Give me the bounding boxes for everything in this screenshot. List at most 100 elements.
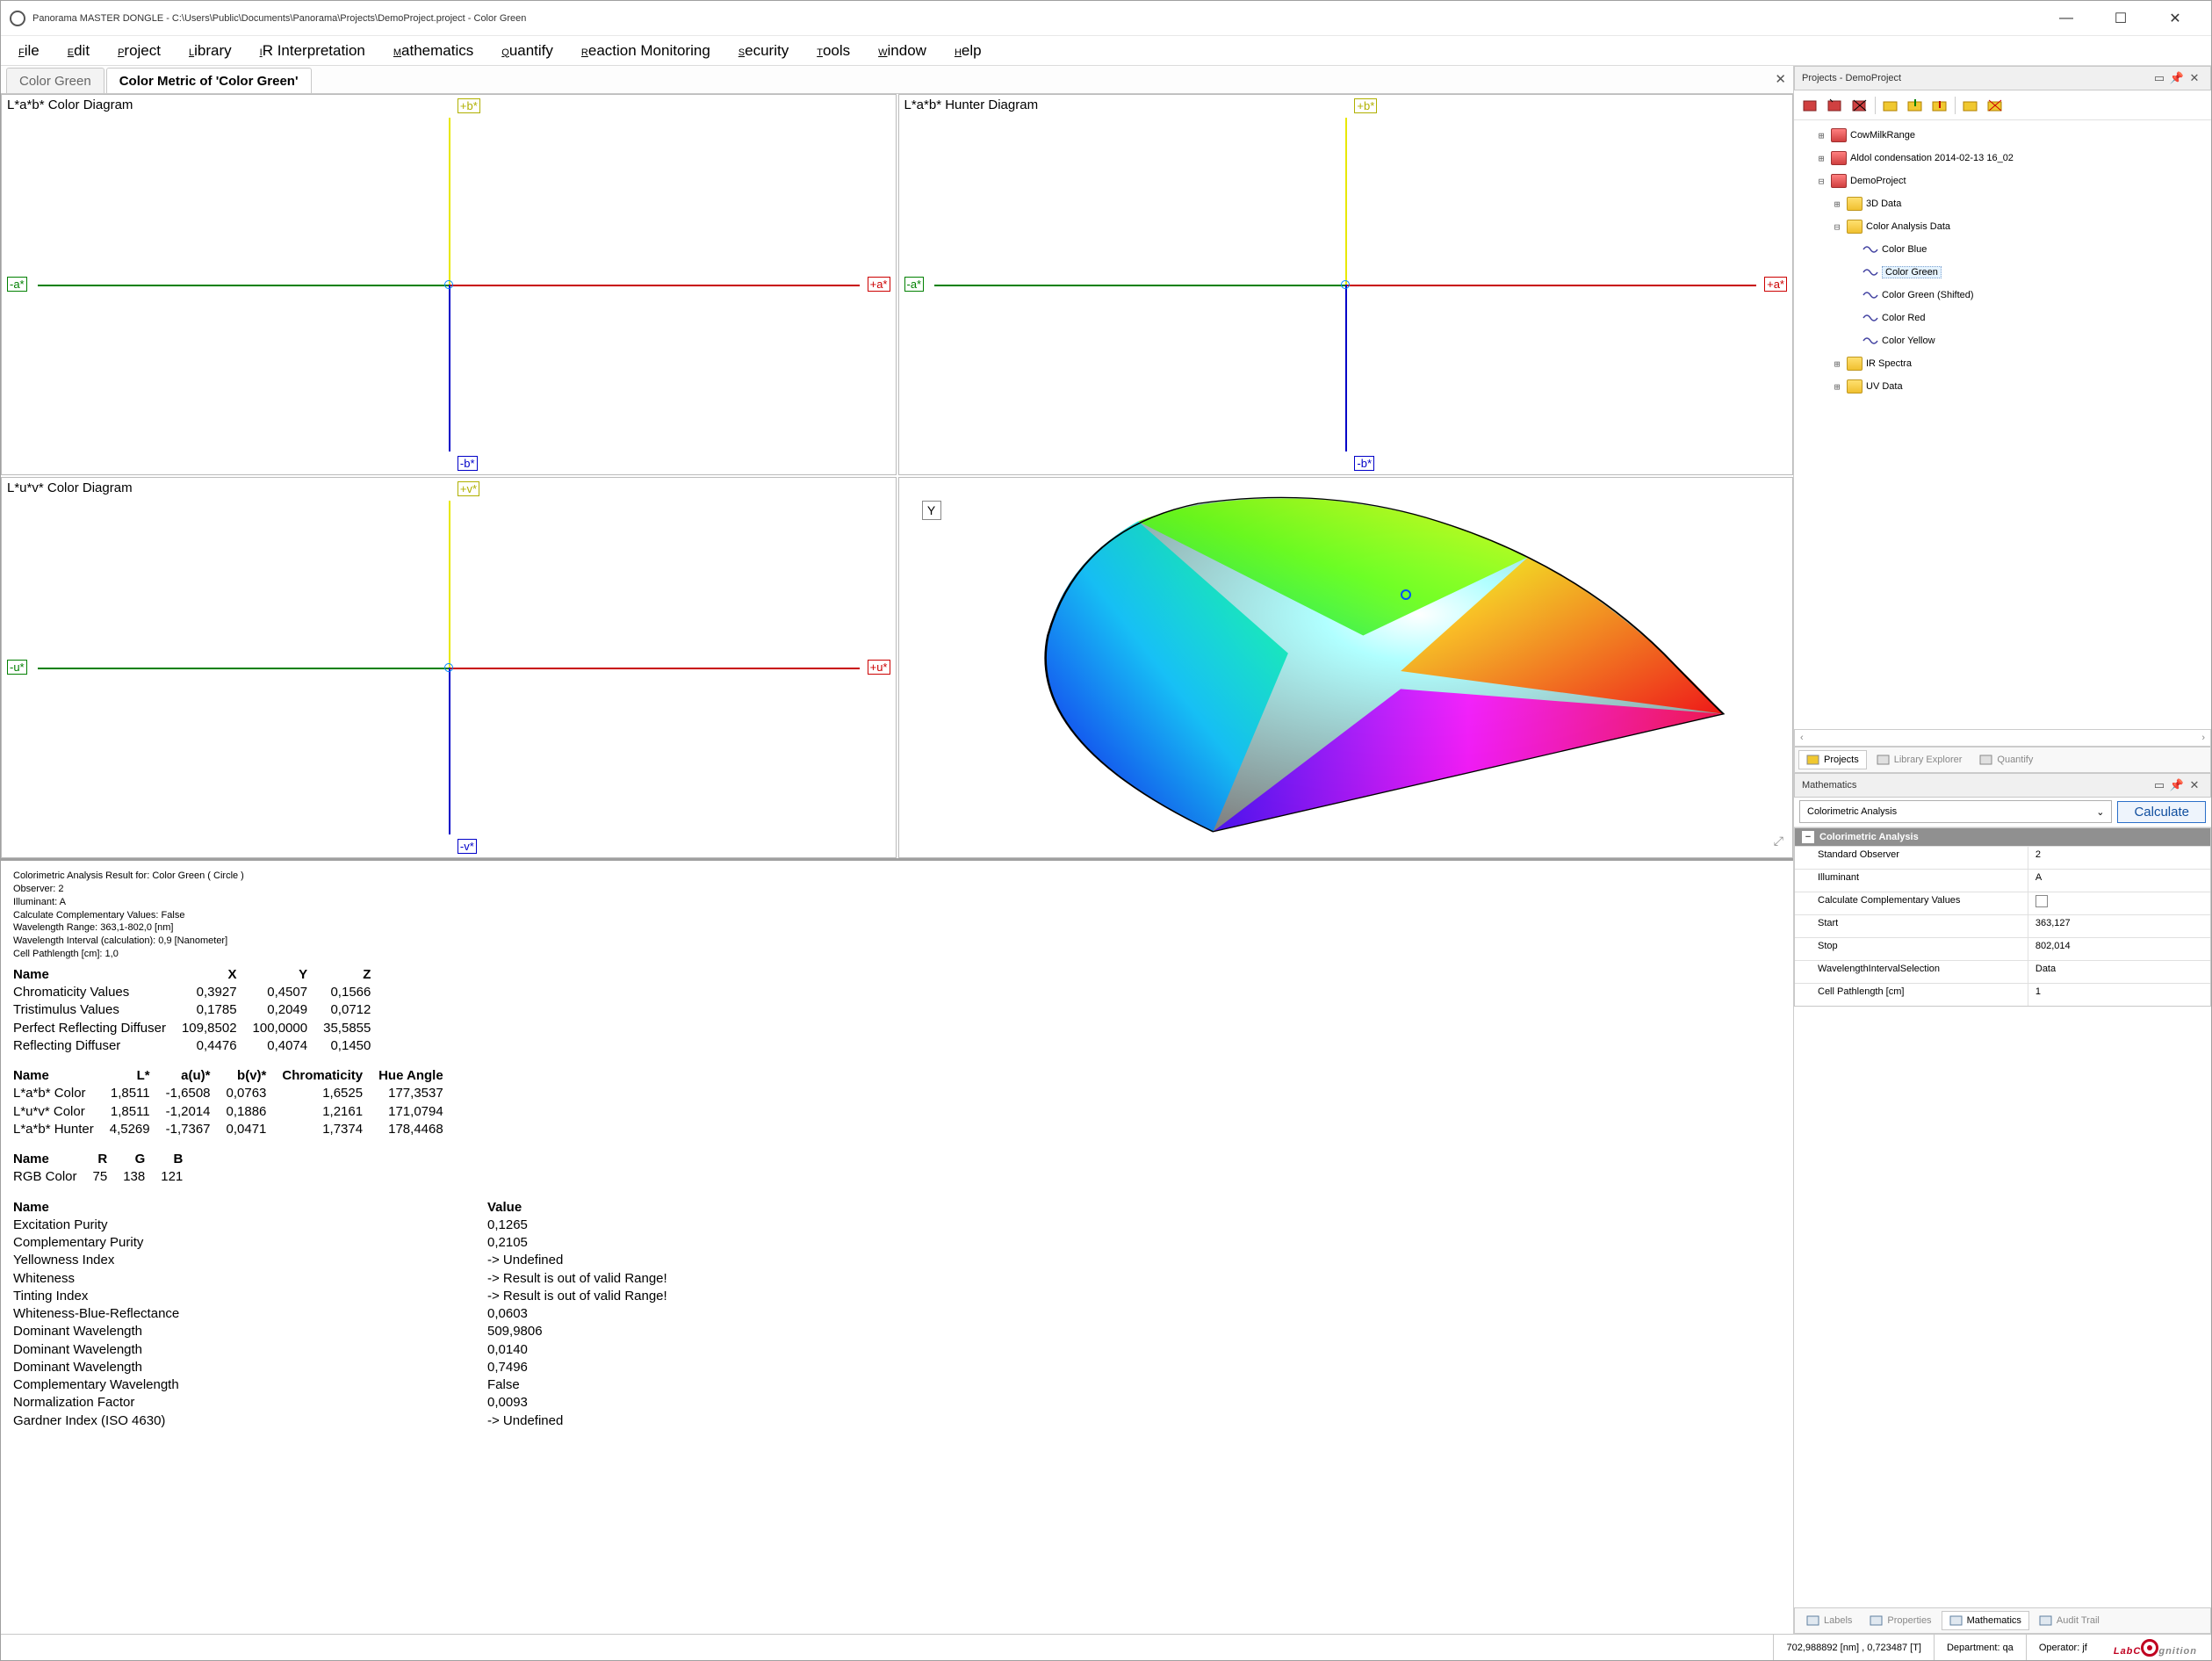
tree-node[interactable]: Color Red [1799, 307, 2206, 329]
bottom-tab-projects[interactable]: Projects [1798, 750, 1867, 769]
property-value[interactable] [2028, 892, 2210, 914]
new-folder-icon[interactable] [1881, 96, 1900, 115]
menu-file[interactable]: File [4, 39, 54, 63]
expand-icon[interactable]: ⊟ [1831, 221, 1843, 233]
menu-help[interactable]: Help [940, 39, 996, 63]
right-tab-labels[interactable]: Labels [1798, 1611, 1860, 1630]
lab-color-diagram[interactable]: L*a*b* Color Diagram -a* +a* +b* -b* [1, 94, 897, 475]
lab-hunter-diagram[interactable]: L*a*b* Hunter Diagram -a* +a* +b* -b* [898, 94, 1794, 475]
right-tab-properties[interactable]: Properties [1862, 1611, 1939, 1630]
tree-node[interactable]: ⊞UV Data [1799, 375, 2206, 398]
tree-node[interactable]: ⊞3D Data [1799, 192, 2206, 215]
calculate-button[interactable]: Calculate [2117, 801, 2206, 823]
panel-close-icon[interactable]: ✕ [2186, 71, 2203, 85]
delete-project-icon[interactable] [1850, 96, 1870, 115]
tree-node[interactable]: ⊞Aldol condensation 2014-02-13 16_02 [1799, 147, 2206, 170]
property-value[interactable]: 802,014 [2028, 938, 2210, 960]
panel-close-icon[interactable]: ✕ [2186, 778, 2203, 792]
tree-scrollbar[interactable]: ‹› [1794, 729, 2211, 747]
expand-icon[interactable]: ⊞ [1831, 358, 1843, 370]
panel-dock-icon[interactable]: ▭ [2151, 71, 2168, 85]
y-axis-button[interactable]: Y [922, 501, 941, 520]
bottom-tab-quantify[interactable]: Quantify [1971, 750, 2041, 769]
minimize-button[interactable]: — [2039, 1, 2093, 36]
property-value[interactable]: A [2028, 870, 2210, 892]
panel-pin-icon[interactable]: 📌 [2168, 71, 2186, 85]
property-row[interactable]: Cell Pathlength [cm]1 [1795, 983, 2210, 1006]
close-button[interactable]: ✕ [2148, 1, 2202, 36]
tree-node[interactable]: Color Green (Shifted) [1799, 284, 2206, 307]
tree-node[interactable]: ⊞CowMilkRange [1799, 124, 2206, 147]
expand-icon[interactable]: ⊞ [1815, 153, 1827, 164]
axis-label-pos-u: +u* [868, 660, 890, 675]
tree-node[interactable]: Color Yellow [1799, 329, 2206, 352]
new-project-icon[interactable] [1801, 96, 1820, 115]
checkbox[interactable] [2035, 895, 2048, 907]
tree-node[interactable]: ⊟DemoProject [1799, 170, 2206, 192]
tab-color-metric[interactable]: Color Metric of 'Color Green' [106, 68, 312, 93]
menu-edit[interactable]: Edit [54, 39, 104, 63]
menu-project[interactable]: Project [104, 39, 175, 63]
table-row: Dominant Wavelength0,7496 [13, 1359, 683, 1376]
panel-pin-icon[interactable]: 📌 [2168, 778, 2186, 792]
property-group-header[interactable]: − Colorimetric Analysis [1795, 828, 2210, 846]
maximize-button[interactable]: ☐ [2093, 1, 2148, 36]
luv-color-diagram[interactable]: L*u*v* Color Diagram -u* +u* +v* -v* [1, 477, 897, 858]
tree-node[interactable]: ⊟ Color Analysis Data [1799, 215, 2206, 238]
tree-node[interactable]: Color Blue [1799, 238, 2206, 261]
folder-delete-icon[interactable] [1985, 96, 2005, 115]
menu-security[interactable]: Security [724, 39, 803, 63]
expand-icon[interactable]: ⊞ [1831, 381, 1843, 393]
property-row[interactable]: Standard Observer2 [1795, 846, 2210, 869]
tab-color-green[interactable]: Color Green [6, 68, 104, 93]
expand-icon[interactable]: ⊞ [1815, 130, 1827, 141]
property-key: WavelengthIntervalSelection [1795, 961, 2028, 983]
results-panel[interactable]: Colorimetric Analysis Result for: Color … [1, 858, 1793, 1634]
property-value[interactable]: 2 [2028, 847, 2210, 869]
axis-label-neg-v: -v* [458, 839, 477, 854]
tree-label: Color Analysis Data [1866, 221, 1950, 232]
tree-node[interactable]: ⊞IR Spectra [1799, 352, 2206, 375]
menu-tools[interactable]: Tools [803, 39, 864, 63]
tab-close-icon[interactable]: ✕ [1775, 71, 1786, 87]
tree-label: Color Red [1882, 313, 1926, 323]
open-project-icon[interactable] [1826, 96, 1845, 115]
diagram-title: L*u*v* Color Diagram [7, 480, 133, 495]
expand-icon[interactable]: ⊟ [1815, 176, 1827, 187]
status-coords: 702,988892 [nm] , 0,723487 [T] [1773, 1635, 1934, 1660]
right-tab-audit-trail[interactable]: Audit Trail [2031, 1611, 2108, 1630]
cie-chromaticity-diagram[interactable]: Y ⤢ [898, 477, 1794, 858]
property-row[interactable]: Start363,127 [1795, 914, 2210, 937]
collapse-icon[interactable]: − [1802, 831, 1814, 843]
property-row[interactable]: WavelengthIntervalSelectionData [1795, 960, 2210, 983]
export-icon[interactable] [1930, 96, 1949, 115]
menu-mathematics[interactable]: Mathematics [379, 39, 487, 63]
import-icon[interactable] [1906, 96, 1925, 115]
tree-node[interactable]: Color Green [1799, 261, 2206, 284]
table-row: Gardner Index (ISO 4630)-> Undefined [13, 1412, 683, 1430]
folder-action-icon[interactable] [1961, 96, 1980, 115]
bottom-tab-library-explorer[interactable]: Library Explorer [1869, 750, 1971, 769]
analysis-selector[interactable]: Colorimetric Analysis ⌄ [1799, 800, 2112, 823]
project-tree[interactable]: ⊞CowMilkRange⊞Aldol condensation 2014-02… [1794, 120, 2211, 729]
menu-reaction-monitoring[interactable]: Reaction Monitoring [567, 39, 724, 63]
result-header-line: Observer: 2 [13, 883, 1781, 896]
menu-ir-interpretation[interactable]: IR Interpretation [246, 39, 379, 63]
right-tab-mathematics[interactable]: Mathematics [1942, 1611, 2029, 1630]
table-row: L*u*v* Color1,8511-1,20140,18861,2161171… [13, 1103, 459, 1121]
menu-quantify[interactable]: Quantify [487, 39, 567, 63]
panel-dock-icon[interactable]: ▭ [2151, 778, 2168, 792]
property-row[interactable]: IlluminantA [1795, 869, 2210, 892]
analysis-selector-value: Colorimetric Analysis [1807, 806, 1897, 817]
expand-icon[interactable]: ⊞ [1831, 199, 1843, 210]
property-row[interactable]: Stop802,014 [1795, 937, 2210, 960]
menu-library[interactable]: Library [175, 39, 246, 63]
property-key: Illuminant [1795, 870, 2028, 892]
property-row[interactable]: Calculate Complementary Values [1795, 892, 2210, 914]
property-value[interactable]: Data [2028, 961, 2210, 983]
property-value[interactable]: 363,127 [2028, 915, 2210, 937]
data-point-marker [444, 280, 453, 289]
zoom-icon[interactable]: ⤢ [1774, 834, 1783, 849]
property-value[interactable]: 1 [2028, 984, 2210, 1006]
menu-window[interactable]: Window [864, 39, 940, 63]
